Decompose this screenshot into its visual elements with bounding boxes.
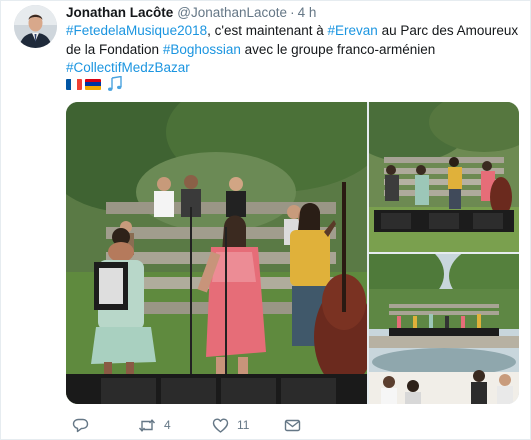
- like-count: 11: [237, 418, 250, 432]
- photo-stage-wide[interactable]: [369, 102, 519, 252]
- armenia-flag-icon: [85, 78, 101, 90]
- retweet-button[interactable]: 4: [138, 414, 171, 436]
- hashtag-link[interactable]: #Erevan: [328, 23, 378, 38]
- tweet-card: Jonathan Lacôte @JonathanLacote · 4 h #Fete…: [0, 0, 531, 440]
- tweet-header: Jonathan Lacôte @JonathanLacote · 4 h: [66, 4, 316, 22]
- like-button[interactable]: 11: [212, 414, 249, 436]
- author-handle[interactable]: @JonathanLacote: [177, 5, 287, 20]
- hashtag-link[interactable]: #FetedelaMusique2018: [66, 23, 207, 38]
- hashtag-link[interactable]: #CollectifMedzBazar: [66, 60, 190, 75]
- musical-notes-icon: [108, 76, 122, 91]
- envelope-icon: [284, 419, 301, 431]
- retweet-icon: [138, 418, 156, 432]
- france-flag-icon: [66, 78, 82, 90]
- author-display-name[interactable]: Jonathan Lacôte: [66, 5, 173, 20]
- retweet-count: 4: [164, 418, 171, 432]
- separator-dot: ·: [290, 5, 295, 20]
- photo-concert-singer[interactable]: [66, 102, 367, 404]
- reply-icon: [72, 418, 89, 432]
- tweet-media-grid: [66, 102, 519, 404]
- photo-park-audience[interactable]: [369, 254, 519, 404]
- tweet-text-segment: avec le groupe franco-arménien: [240, 41, 436, 57]
- hashtag-link[interactable]: #Boghossian: [163, 42, 241, 57]
- tweet-timestamp[interactable]: 4 h: [298, 5, 317, 20]
- direct-message-button[interactable]: [284, 414, 301, 436]
- avatar[interactable]: [14, 5, 57, 48]
- emoji-row: [66, 76, 123, 92]
- tweet-text-segment: , c'est maintenant à: [207, 23, 328, 38]
- heart-icon: [212, 418, 229, 433]
- reply-button[interactable]: [72, 414, 89, 436]
- tweet-text: #FetedelaMusique2018, c'est maintenant à…: [66, 22, 526, 78]
